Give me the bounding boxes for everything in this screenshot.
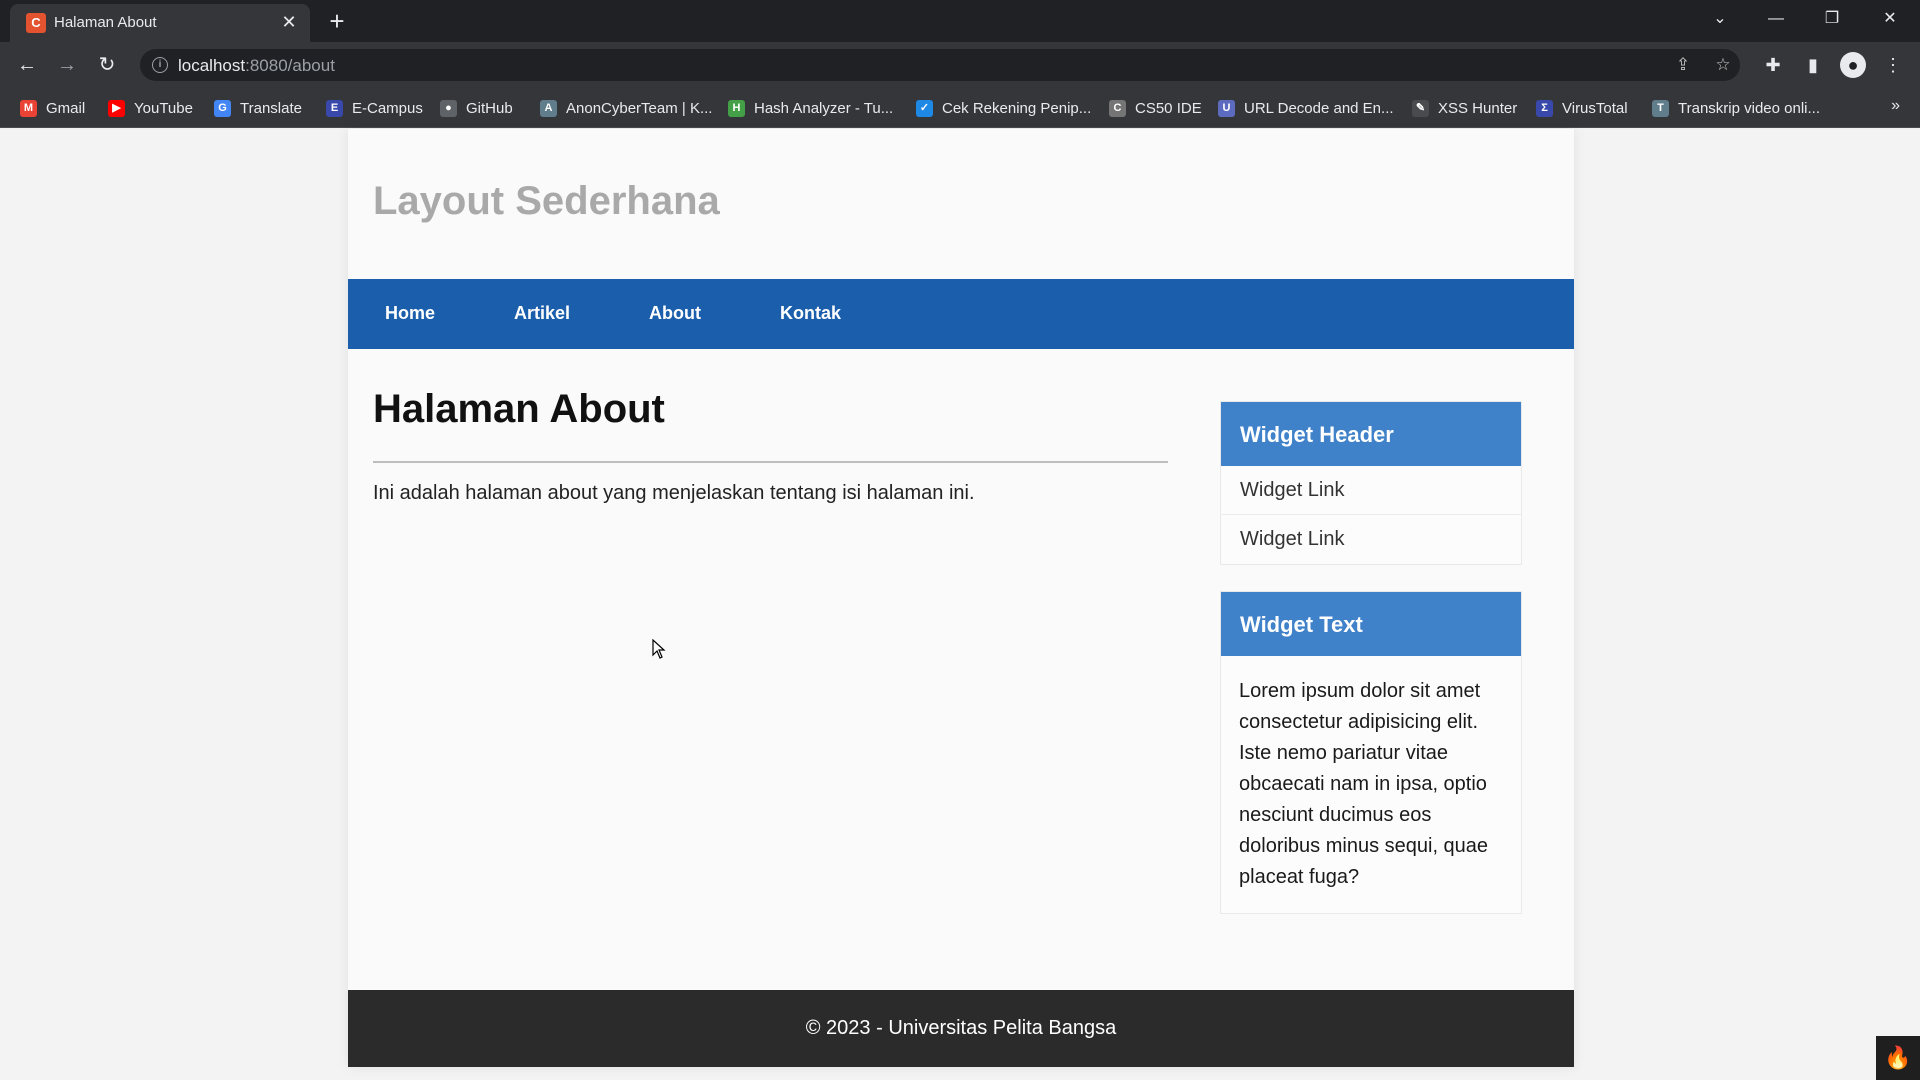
transcript-icon: T <box>1652 99 1669 117</box>
hash-analyzer-icon: H <box>728 99 745 117</box>
bookmark-item[interactable]: ✓ Cek Rekening Penip... <box>916 98 1091 118</box>
bookmark-label: Translate <box>240 99 302 117</box>
tab-search-icon[interactable]: ⌄ <box>1700 6 1740 32</box>
virustotal-icon: Σ <box>1536 99 1553 117</box>
bookmark-item[interactable]: T Transkrip video onli... <box>1652 98 1820 118</box>
tab-title: Halaman About <box>54 14 157 31</box>
browser-toolbar: ← → ↻ i localhost:8080/about ⇪ ☆ ✚ ▮ ● ⋮ <box>0 42 1920 88</box>
restore-button[interactable]: ❐ <box>1812 6 1852 32</box>
url-text: localhost:8080/about <box>178 56 335 75</box>
bookmark-label: Gmail <box>46 99 86 117</box>
bookmark-label: URL Decode and En... <box>1244 99 1394 117</box>
back-arrow-icon[interactable]: ← <box>13 51 41 79</box>
bookmark-item[interactable]: M Gmail <box>20 98 85 118</box>
page-heading: Halaman About <box>373 387 665 431</box>
site-favicon-icon: C <box>26 13 46 33</box>
translate-icon: G <box>214 99 231 117</box>
widget-text-title: Widget Text <box>1221 592 1521 656</box>
nav-about[interactable]: About <box>649 303 701 324</box>
bookmark-label: XSS Hunter <box>1438 99 1518 117</box>
bookmark-item[interactable]: ✎ XSS Hunter <box>1412 98 1517 118</box>
browser-tab-strip: C Halaman About ✕ + ⌄ — ❐ ✕ <box>0 0 1920 42</box>
page-footer: © 2023 - Universitas Pelita Bangsa <box>348 990 1574 1067</box>
main-navbar: Home Artikel About Kontak <box>348 279 1574 349</box>
new-tab-button[interactable]: + <box>322 8 352 34</box>
reload-icon[interactable]: ↻ <box>93 51 121 79</box>
bookmark-label: Cek Rekening Penip... <box>942 99 1092 117</box>
bookmark-item[interactable]: Σ VirusTotal <box>1536 98 1628 118</box>
bookmark-star-icon[interactable]: ☆ <box>1712 54 1734 76</box>
close-window-button[interactable]: ✕ <box>1870 6 1910 32</box>
page-body-text: Ini adalah halaman about yang menjelaska… <box>373 482 975 504</box>
url-decode-icon: U <box>1218 99 1235 117</box>
bookmark-label: YouTube <box>134 99 193 117</box>
widget-links: Widget Header Widget Link Widget Link <box>1220 401 1522 565</box>
gmail-icon: M <box>20 99 37 117</box>
bookmark-item[interactable]: E E-Campus <box>326 98 423 118</box>
xss-hunter-icon: ✎ <box>1412 99 1429 117</box>
mouse-cursor-icon <box>652 639 666 659</box>
check-badge-icon: ✓ <box>916 99 933 117</box>
forward-arrow-icon[interactable]: → <box>53 51 81 79</box>
nav-home[interactable]: Home <box>385 303 435 324</box>
bookmark-label: AnonCyberTeam | K... <box>566 99 713 117</box>
page-viewport: Layout Sederhana Home Artikel About Kont… <box>0 129 1920 1080</box>
bookmark-item[interactable]: C CS50 IDE <box>1109 98 1202 118</box>
browser-menu-icon[interactable]: ⋮ <box>1880 52 1906 78</box>
widget-header-title: Widget Header <box>1221 402 1521 466</box>
bookmark-label: GitHub <box>466 99 513 117</box>
cs50-icon: C <box>1109 99 1126 117</box>
profile-avatar-icon[interactable]: ● <box>1840 52 1866 78</box>
github-icon: ● <box>440 99 457 117</box>
bookmark-item[interactable]: ● GitHub <box>440 98 513 118</box>
bookmark-item[interactable]: ▶ YouTube <box>108 98 193 118</box>
widget-link-1[interactable]: Widget Link <box>1221 466 1521 515</box>
bookmarks-overflow-icon[interactable]: » <box>1891 97 1900 115</box>
site-title: Layout Sederhana <box>373 179 720 223</box>
bookmark-label: Hash Analyzer - Tu... <box>754 99 894 117</box>
nav-artikel[interactable]: Artikel <box>514 303 570 324</box>
ecampus-icon: E <box>326 99 343 117</box>
flame-badge-icon: 🔥 <box>1876 1036 1920 1080</box>
minimize-button[interactable]: — <box>1756 6 1796 32</box>
widget-link-2[interactable]: Widget Link <box>1221 515 1521 564</box>
share-icon[interactable]: ⇪ <box>1672 54 1694 76</box>
bookmark-item[interactable]: A AnonCyberTeam | K... <box>540 98 712 118</box>
bookmark-item[interactable]: U URL Decode and En... <box>1218 98 1394 118</box>
bookmark-label: E-Campus <box>352 99 423 117</box>
widget-text: Widget Text Lorem ipsum dolor sit amet c… <box>1220 591 1522 914</box>
youtube-icon: ▶ <box>108 99 125 117</box>
browser-tab-active[interactable]: C Halaman About ✕ <box>10 4 310 42</box>
address-bar[interactable]: i localhost:8080/about ⇪ ☆ <box>140 49 1740 81</box>
extensions-puzzle-icon[interactable]: ✚ <box>1760 52 1786 78</box>
side-panel-icon[interactable]: ▮ <box>1800 52 1826 78</box>
tab-close-icon[interactable]: ✕ <box>278 11 300 33</box>
bookmark-item[interactable]: H Hash Analyzer - Tu... <box>728 98 893 118</box>
nav-kontak[interactable]: Kontak <box>780 303 841 324</box>
bookmark-label: VirusTotal <box>1562 99 1628 117</box>
bookmark-label: CS50 IDE <box>1135 99 1202 117</box>
heading-divider <box>373 461 1168 463</box>
page-container: Layout Sederhana Home Artikel About Kont… <box>348 129 1574 1067</box>
bookmarks-bar: M Gmail ▶ YouTube G Translate E E-Campus ● GitHub… <box>0 88 1920 128</box>
site-info-icon[interactable]: i <box>152 57 168 73</box>
bookmark-label: Transkrip video onli... <box>1678 99 1821 117</box>
widget-text-body: Lorem ipsum dolor sit amet consectetur a… <box>1239 680 1489 888</box>
anoncyberteam-icon: A <box>540 99 557 117</box>
bookmark-item[interactable]: G Translate <box>214 98 302 118</box>
